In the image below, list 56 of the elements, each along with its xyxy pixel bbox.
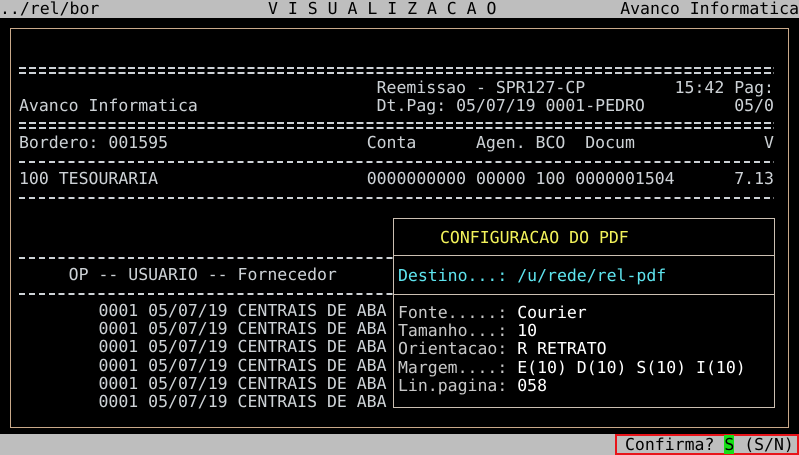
- op-number: 0001: [98, 356, 138, 375]
- date-text: 05/07/19: [148, 302, 228, 320]
- options-text: (S/N): [744, 435, 794, 454]
- column-header: Docum: [585, 134, 635, 152]
- table-cell: 0000000000: [366, 170, 466, 188]
- detail-header: OP -- USUARIO -- Fornecedor: [68, 266, 337, 284]
- op-number: 0001: [98, 320, 138, 338]
- table-cell: 100: [536, 170, 566, 188]
- supplier-name: CENTRAIS DE ABA: [238, 320, 387, 338]
- field-label: Fonte.....:: [398, 304, 508, 322]
- field-label: Destino...:: [398, 266, 508, 284]
- date-text: 05/07/19: [148, 356, 228, 375]
- table-cell: 00000: [476, 170, 526, 188]
- path-text: ../rel/bor: [0, 0, 100, 18]
- op-number: 0001: [98, 338, 138, 357]
- date-text: 05/07/19: [148, 393, 228, 412]
- field-label: Tamanho...:: [398, 322, 508, 340]
- column-header: BCO: [536, 134, 566, 152]
- field-label: Lin.pagina:: [398, 376, 508, 395]
- bordero-number: Bordero: 001595: [19, 134, 168, 152]
- table-cell: 0000001504: [575, 170, 675, 188]
- op-number: 0001: [98, 374, 138, 393]
- answer-field[interactable]: S: [724, 435, 734, 454]
- company-name: Avanco Informatica: [620, 0, 799, 18]
- field-value: R RETRATO: [517, 340, 607, 359]
- page-label: Pag:: [734, 79, 774, 98]
- dialog-title: CONFIGURACAO DO PDF: [440, 228, 629, 246]
- date-text: 05/07/19: [148, 338, 228, 357]
- report-program: Reemissao - SPR127-CP: [376, 79, 586, 98]
- column-header: Agen.: [476, 134, 526, 152]
- page-number: 05/0: [734, 97, 774, 116]
- field-value: /u/rede/rel-pdf: [517, 266, 666, 284]
- field-label: Orientacao:: [398, 340, 508, 359]
- date-text: 05/07/19: [148, 320, 228, 338]
- date-text: 05/07/19: [148, 374, 228, 393]
- field-label: Margem....:: [398, 358, 508, 377]
- field-value: 058: [517, 376, 548, 395]
- supplier-name: CENTRAIS DE ABA: [238, 393, 387, 412]
- prompt-text: Confirma?: [625, 435, 714, 454]
- op-number: 0001: [98, 302, 138, 320]
- payment-date: Dt.Pag: 05/07/19 0001-PEDRO: [376, 97, 645, 116]
- op-number: 0001: [98, 393, 138, 412]
- field-value: 10: [517, 322, 538, 340]
- report-company: Avanco Informatica: [19, 97, 198, 116]
- table-cell: 7.13: [734, 170, 774, 188]
- supplier-name: CENTRAIS DE ABA: [238, 338, 387, 357]
- report-time: 15:42: [674, 79, 724, 98]
- screen-title: V I S U A L I Z A C A O: [268, 0, 496, 18]
- column-header: Conta: [366, 134, 416, 152]
- supplier-name: CENTRAIS DE ABA: [238, 374, 387, 393]
- field-value: E(10) D(10) S(10) I(10): [517, 358, 746, 377]
- field-value: Courier: [517, 304, 587, 322]
- supplier-name: CENTRAIS DE ABA: [238, 356, 387, 375]
- supplier-name: CENTRAIS DE ABA: [238, 302, 387, 320]
- row-label: 100 TESOURARIA: [19, 170, 158, 188]
- column-header: V: [764, 134, 774, 152]
